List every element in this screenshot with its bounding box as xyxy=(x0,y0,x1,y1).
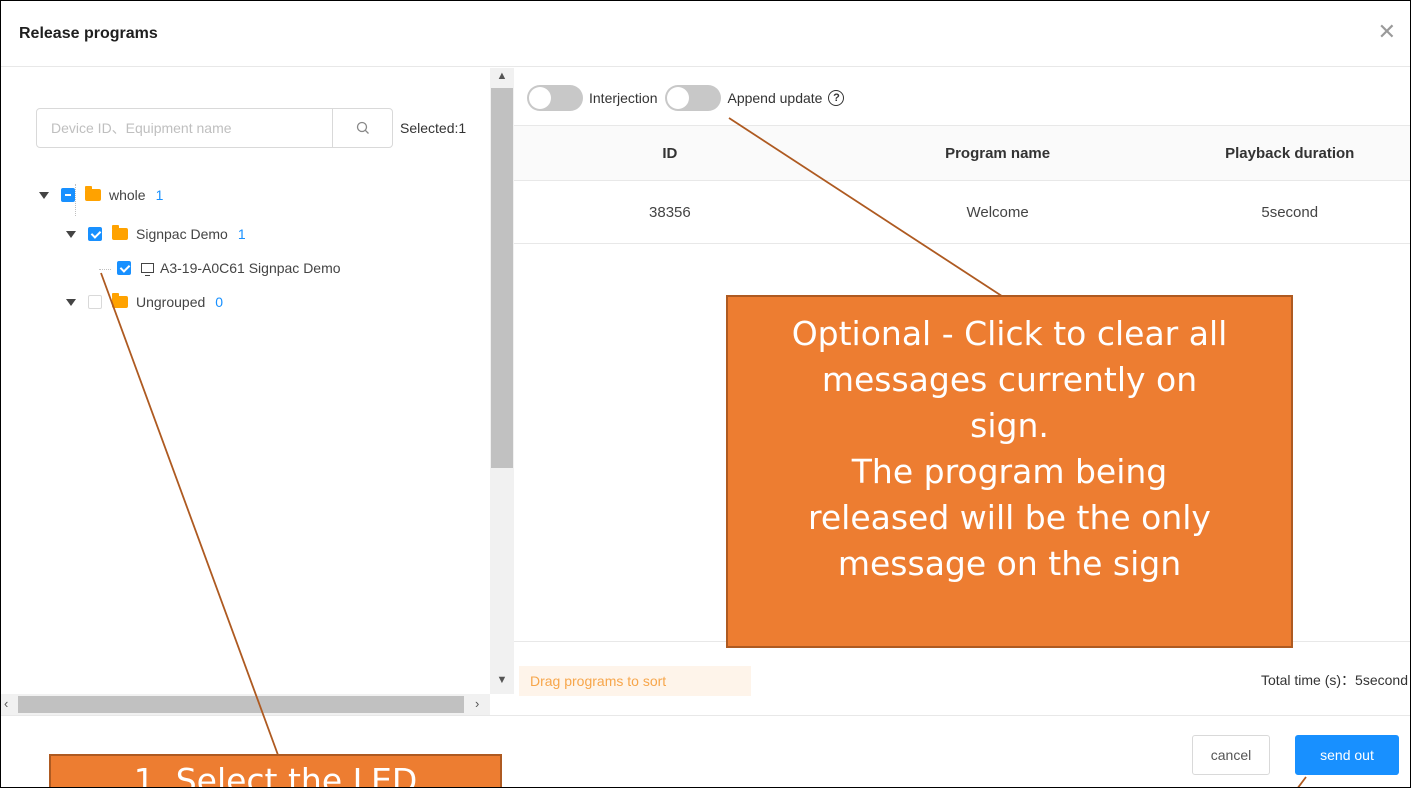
annotation-optional-callout: Optional - Click to clear all messages c… xyxy=(726,295,1293,648)
scroll-down-icon[interactable]: ▼ xyxy=(490,674,514,686)
cell-program-name: Welcome xyxy=(825,180,1170,244)
tree-count: 1 xyxy=(155,187,164,203)
folder-icon xyxy=(85,186,101,201)
dialog-title: Release programs xyxy=(19,25,158,42)
checkbox-signpac-demo[interactable] xyxy=(88,227,102,241)
search-icon xyxy=(356,121,369,134)
annotation-text: message on the sign xyxy=(837,544,1182,583)
annotation-text: Optional - Click to clear all xyxy=(791,314,1228,353)
interjection-toggle[interactable] xyxy=(527,85,583,111)
table-header-row: ID Program name Playback duration xyxy=(514,125,1410,181)
release-options: Interjection Append update ? xyxy=(527,84,845,112)
cancel-button[interactable]: cancel xyxy=(1192,735,1270,775)
tree-label: A3-19-A0C61 Signpac Demo xyxy=(160,260,341,276)
monitor-icon xyxy=(141,263,154,276)
drag-sort-hint: Drag programs to sort xyxy=(519,666,751,696)
tree-count: 1 xyxy=(237,226,246,242)
tree-node-ungrouped[interactable]: Ungrouped 0 xyxy=(66,291,223,313)
device-search xyxy=(36,108,393,148)
send-out-button[interactable]: send out xyxy=(1295,735,1399,775)
checkbox-device[interactable] xyxy=(117,261,131,275)
tree-label: Signpac Demo xyxy=(136,226,228,242)
device-panel: Selected:1 xyxy=(1,68,514,715)
tree-node-whole[interactable]: whole 1 xyxy=(39,184,163,206)
caret-down-icon[interactable] xyxy=(66,230,76,238)
help-icon[interactable]: ? xyxy=(828,90,845,106)
annotation-text: sign. xyxy=(970,406,1049,445)
caret-down-icon[interactable] xyxy=(66,298,76,306)
tree-label: whole xyxy=(109,187,146,203)
cell-duration: 5second xyxy=(1169,180,1410,244)
column-header-id: ID xyxy=(514,125,826,181)
close-icon[interactable]: ✕ xyxy=(1378,21,1396,43)
total-time: Total time (s)：5second xyxy=(1260,672,1408,688)
selected-count: Selected:1 xyxy=(400,120,467,136)
annotation-step1-callout: 1. Select the LED xyxy=(49,754,502,788)
scroll-thumb[interactable] xyxy=(18,696,464,713)
annotation-text: The program being xyxy=(851,452,1168,491)
scroll-left-icon[interactable]: ‹ xyxy=(4,696,8,711)
tree-node-signpac-demo[interactable]: Signpac Demo 1 xyxy=(66,223,246,245)
tree-connector xyxy=(99,269,111,270)
annotation-text: 1. Select the LED xyxy=(133,761,418,788)
vertical-scrollbar[interactable]: ▲ ▼ xyxy=(490,68,514,694)
scroll-up-icon[interactable]: ▲ xyxy=(490,70,514,82)
column-header-program-name: Program name xyxy=(825,125,1170,181)
program-table: ID Program name Playback duration 38356 … xyxy=(514,125,1410,244)
dialog-header: Release programs ✕ xyxy=(1,1,1410,67)
scroll-right-icon[interactable]: › xyxy=(475,696,479,711)
checkbox-ungrouped[interactable] xyxy=(88,295,102,309)
column-header-playback-duration: Playback duration xyxy=(1169,125,1410,181)
append-update-toggle[interactable] xyxy=(665,85,722,111)
annotation-text: messages currently on xyxy=(821,360,1198,399)
table-row[interactable]: 38356 Welcome 5second xyxy=(514,180,1410,244)
folder-icon xyxy=(112,225,128,240)
tree-node-device[interactable]: A3-19-A0C61 Signpac Demo xyxy=(117,257,341,279)
scroll-thumb[interactable] xyxy=(491,88,513,468)
search-button[interactable] xyxy=(332,109,392,147)
horizontal-scrollbar[interactable]: ‹ › xyxy=(1,694,490,715)
append-update-label: Append update xyxy=(727,90,823,106)
folder-icon xyxy=(112,293,128,308)
annotation-text: released will be the only xyxy=(808,498,1211,537)
release-programs-dialog: Release programs ✕ Selected:1 whole 1 Si… xyxy=(0,0,1411,788)
interjection-label: Interjection xyxy=(589,90,658,106)
cell-id: 38356 xyxy=(514,180,826,244)
caret-down-icon[interactable] xyxy=(39,191,49,199)
checkbox-whole[interactable] xyxy=(61,188,75,202)
search-input[interactable] xyxy=(37,109,333,147)
tree-label: Ungrouped xyxy=(136,294,206,310)
tree-count: 0 xyxy=(215,294,224,310)
